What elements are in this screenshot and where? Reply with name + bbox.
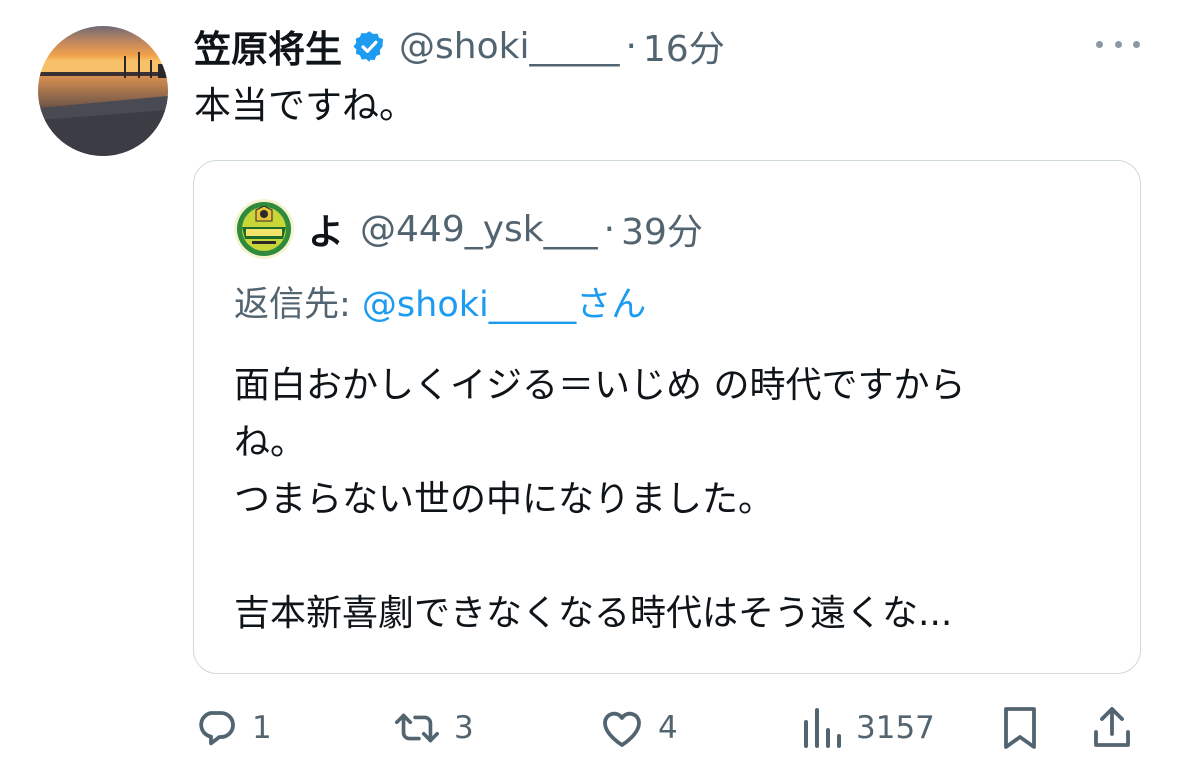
quoted-author-display-name[interactable]: よ: [308, 203, 344, 255]
retweet-button[interactable]: 3: [392, 700, 474, 756]
reply-icon: [199, 711, 235, 746]
share-button[interactable]: [1090, 700, 1134, 756]
quoted-text-line: つまらない世の中になりました。: [234, 479, 775, 520]
sunset-harbor-avatar: [38, 26, 168, 156]
author-avatar[interactable]: [38, 26, 168, 156]
quoted-text-line: 吉本新喜劇できなくなる時代はそう遠くな...: [234, 593, 953, 634]
bookmark-button[interactable]: [998, 700, 1042, 756]
views-button[interactable]: 3157: [800, 700, 935, 756]
quoted-tweet-timestamp[interactable]: 39分: [621, 203, 703, 255]
tweet-timestamp[interactable]: 16分: [643, 20, 725, 72]
reply-button[interactable]: 1: [192, 700, 272, 756]
like-count: 4: [658, 710, 678, 746]
quoted-tweet-card[interactable]: よ @449_ysk___ · 39分 返信先: @shoki_____さん 面…: [193, 160, 1141, 674]
reply-count: 1: [252, 710, 272, 746]
verified-badge-icon: [352, 29, 387, 64]
champions-badge-avatar: [234, 199, 294, 259]
retweet-count: 3: [454, 710, 474, 746]
share-icon: [1094, 707, 1130, 747]
separator-dot: ·: [625, 25, 637, 67]
quoted-author-avatar[interactable]: [234, 199, 294, 259]
quoted-text-line: 面白おかしくイジる＝いじめ の時代ですから: [234, 365, 966, 406]
author-display-name[interactable]: 笠原将生: [194, 19, 342, 73]
tweet-text: 本当ですね。: [194, 84, 416, 127]
views-count: 3157: [856, 710, 935, 746]
quoted-tweet-header: よ @449_ysk___ · 39分: [234, 197, 703, 261]
tweet-action-bar: 1 3 4 3157: [0, 700, 1179, 756]
views-chart-icon: [804, 708, 841, 748]
tweet-header: 笠原将生 @shoki_____ · 16分: [194, 18, 725, 74]
reply-prefix: 返信先:: [234, 285, 362, 325]
separator-dot: ·: [603, 208, 616, 250]
reply-to-line: 返信先: @shoki_____さん: [234, 281, 646, 329]
heart-icon: [603, 711, 641, 747]
author-handle[interactable]: @shoki_____: [399, 26, 619, 67]
quoted-tweet-text: 面白おかしくイジる＝いじめ の時代ですから ね。 つまらない世の中になりました。…: [234, 357, 1114, 642]
retweet-icon: [394, 713, 440, 743]
quoted-text-blank-line: [234, 528, 1114, 585]
reply-mention-link[interactable]: @shoki_____さん: [362, 285, 646, 325]
quoted-author-handle[interactable]: @449_ysk___: [360, 209, 598, 250]
quoted-text-line: ね。: [234, 422, 307, 463]
bookmark-icon: [1004, 707, 1036, 749]
like-button[interactable]: 4: [598, 700, 678, 756]
more-horizontal-icon[interactable]: [1096, 34, 1140, 54]
